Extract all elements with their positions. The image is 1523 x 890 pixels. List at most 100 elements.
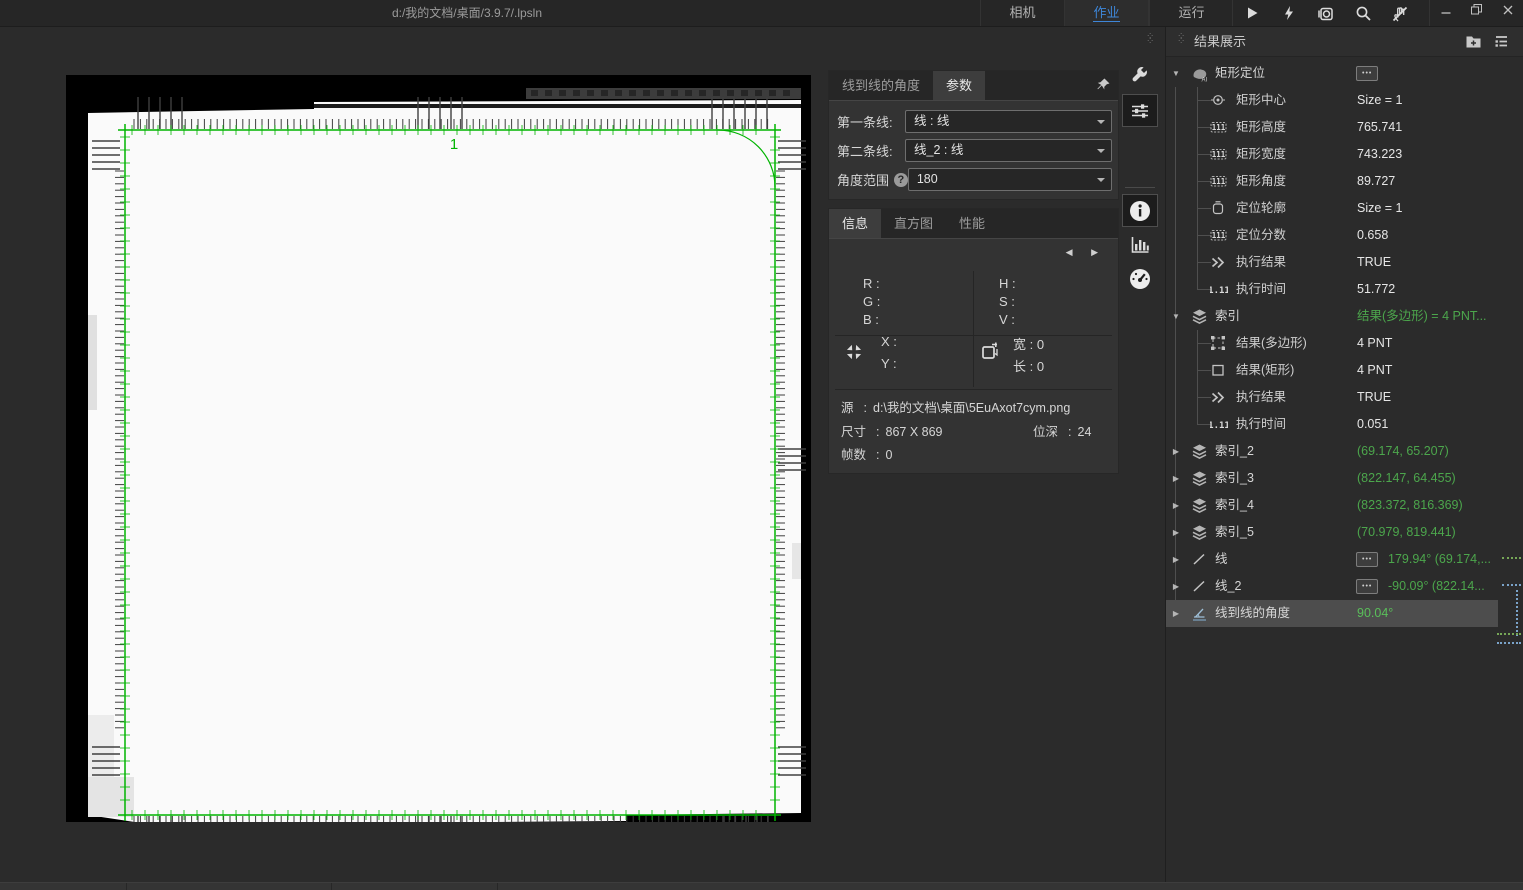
tree-list-icon[interactable] — [1493, 33, 1510, 55]
param-select[interactable]: 线_2 : 线 — [905, 139, 1112, 162]
numbox-icon: 111 — [1210, 173, 1227, 189]
more-options-button[interactable]: ••• — [1356, 579, 1378, 594]
tree-row[interactable]: ▶索引_4(823.372, 816.369) — [1166, 492, 1523, 519]
expand-icon[interactable]: ▶ — [1170, 438, 1182, 465]
tree-item-label: 矩形中心 — [1236, 87, 1286, 114]
divider — [835, 389, 1112, 390]
tree-row[interactable]: ▶索引_2(69.174, 65.207) — [1166, 438, 1523, 465]
results-header: ⁘⁘ 结果展示 — [1166, 27, 1523, 57]
tree-item-label: 线_2 — [1215, 573, 1241, 600]
play-button[interactable] — [1233, 0, 1270, 26]
param-select[interactable]: 线 : 线 — [905, 110, 1112, 133]
tree-row[interactable]: 111矩形角度89.727 — [1166, 168, 1523, 195]
menu-item-[interactable]: 相机 — [980, 0, 1064, 26]
expand-icon[interactable]: ▶ — [1170, 492, 1182, 519]
target-icon — [1210, 92, 1226, 108]
tree-row[interactable]: 111矩形高度765.741 — [1166, 114, 1523, 141]
tree-row[interactable]: 矩形中心Size = 1 — [1166, 87, 1523, 114]
tree-row[interactable]: 定位轮廓Size = 1 — [1166, 195, 1523, 222]
tree-row[interactable]: 执行结果TRUE — [1166, 249, 1523, 276]
close-button[interactable] — [1492, 0, 1523, 26]
panel-grip-handle[interactable]: ⁘⁘ — [1146, 34, 1154, 44]
camera-io-button[interactable] — [1307, 0, 1344, 26]
tree-row[interactable]: 1.11执行时间51.772 — [1166, 276, 1523, 303]
tree-connector — [1197, 235, 1211, 236]
tree-item-value: 743.223 — [1357, 141, 1402, 168]
tree-connector — [1197, 208, 1211, 209]
camera-io-icon — [1316, 4, 1335, 23]
tree-row[interactable]: 111定位分数0.658 — [1166, 222, 1523, 249]
search-button[interactable] — [1344, 0, 1381, 26]
tab-inactive[interactable]: 直方图 — [881, 209, 946, 238]
ai-tool-icon: AI — [1191, 65, 1209, 83]
tab-active[interactable]: 信息 — [829, 209, 881, 238]
tree-row[interactable]: ▶索引_5(70.979, 819.441) — [1166, 519, 1523, 546]
overlay-fragment — [1502, 557, 1521, 559]
help-icon[interactable]: ? — [894, 173, 908, 187]
image-canvas[interactable]: 1 — [66, 75, 811, 822]
collapse-icon[interactable]: ▼ — [1170, 303, 1182, 330]
layers-icon — [1191, 443, 1208, 460]
tree-row[interactable]: ▶线_2•••-90.09° (822.14... — [1166, 573, 1523, 600]
no-interaction-button[interactable] — [1381, 0, 1418, 26]
collapse-icon[interactable]: ▼ — [1170, 60, 1182, 87]
expand-icon[interactable]: ▶ — [1170, 546, 1182, 573]
prev-page-icon[interactable]: ◀ — [1066, 247, 1073, 257]
layers-icon — [1191, 308, 1208, 325]
tab-active[interactable]: 参数 — [933, 71, 985, 100]
folder-plus-icon[interactable] — [1465, 33, 1482, 55]
tree-item-label: 索引_2 — [1215, 438, 1254, 465]
expand-icon[interactable]: ▶ — [1170, 519, 1182, 546]
wrench-tool-button[interactable] — [1122, 60, 1158, 93]
restore-button[interactable] — [1461, 0, 1492, 26]
menu-item-[interactable]: 运行 — [1149, 0, 1233, 26]
tree-row[interactable]: 1.11执行时间0.051 — [1166, 411, 1523, 438]
expand-icon[interactable]: ▶ — [1170, 600, 1182, 627]
expand-icon[interactable]: ▶ — [1170, 465, 1182, 492]
tree-row[interactable]: ▶线到线的角度90.04° — [1166, 600, 1498, 627]
flash-icon — [1280, 4, 1298, 22]
param-select[interactable]: 180 — [908, 168, 1112, 191]
tree-item-value: (823.372, 816.369) — [1357, 492, 1463, 519]
overlay-fragment — [1502, 584, 1521, 586]
tree-row[interactable]: ▶索引_3(822.147, 64.455) — [1166, 465, 1523, 492]
tree-row[interactable]: 结果(多边形)4 PNT — [1166, 330, 1523, 357]
pin-icon[interactable] — [1096, 77, 1111, 97]
tab-inactive[interactable]: 线到线的角度 — [829, 71, 933, 100]
wrench-icon — [1131, 67, 1150, 86]
minimize-icon — [1440, 4, 1452, 16]
tree-row[interactable]: 结果(矩形)4 PNT — [1166, 357, 1523, 384]
more-options-button[interactable]: ••• — [1356, 552, 1378, 567]
info-tool-button[interactable] — [1122, 194, 1158, 227]
source-path: d:\我的文档\桌面\5EuAxot7cym.png — [873, 401, 1070, 415]
param-row: 第二条线:线_2 : 线 — [829, 136, 1118, 165]
more-options-button[interactable]: ••• — [1356, 66, 1378, 81]
hsv-label: H : — [999, 275, 1016, 293]
next-page-icon[interactable]: ▶ — [1091, 247, 1098, 257]
menu-item-active[interactable]: 作业 — [1064, 0, 1149, 26]
tree-connector — [1197, 154, 1211, 155]
tree-row[interactable]: 执行结果TRUE — [1166, 384, 1523, 411]
info-panel: 信息直方图性能 ◀ ▶ R :G :B : H :S :V : X : Y : … — [828, 208, 1119, 474]
minimize-button[interactable] — [1430, 0, 1461, 26]
tree-connector — [1197, 289, 1211, 290]
tree-row[interactable]: ▼AI矩形定位••• — [1166, 60, 1523, 87]
tree-item-label: 定位轮廓 — [1236, 195, 1286, 222]
param-row: 角度范围?180 — [829, 165, 1118, 194]
tree-connector — [1197, 397, 1211, 398]
sliders-tool-button[interactable] — [1122, 94, 1158, 127]
panel-grip-handle[interactable]: ⁘⁘ — [1177, 34, 1185, 44]
side-toolbar — [1121, 60, 1159, 296]
tree-row[interactable]: ▼索引结果(多边形) = 4 PNT... — [1166, 303, 1523, 330]
histogram-tool-button[interactable] — [1122, 228, 1158, 261]
expand-icon[interactable]: ▶ — [1170, 573, 1182, 600]
tab-inactive[interactable]: 性能 — [946, 209, 998, 238]
hsv-label: S : — [999, 293, 1016, 311]
rgb-label: B : — [863, 311, 880, 329]
tree-item-label: 定位分数 — [1236, 222, 1286, 249]
gauge-tool-button[interactable] — [1122, 262, 1158, 295]
tree-row[interactable]: 111矩形宽度743.223 — [1166, 141, 1523, 168]
layers-icon — [1191, 524, 1208, 541]
flash-button[interactable] — [1270, 0, 1307, 26]
tree-row[interactable]: ▶线•••179.94° (69.174,... — [1166, 546, 1523, 573]
